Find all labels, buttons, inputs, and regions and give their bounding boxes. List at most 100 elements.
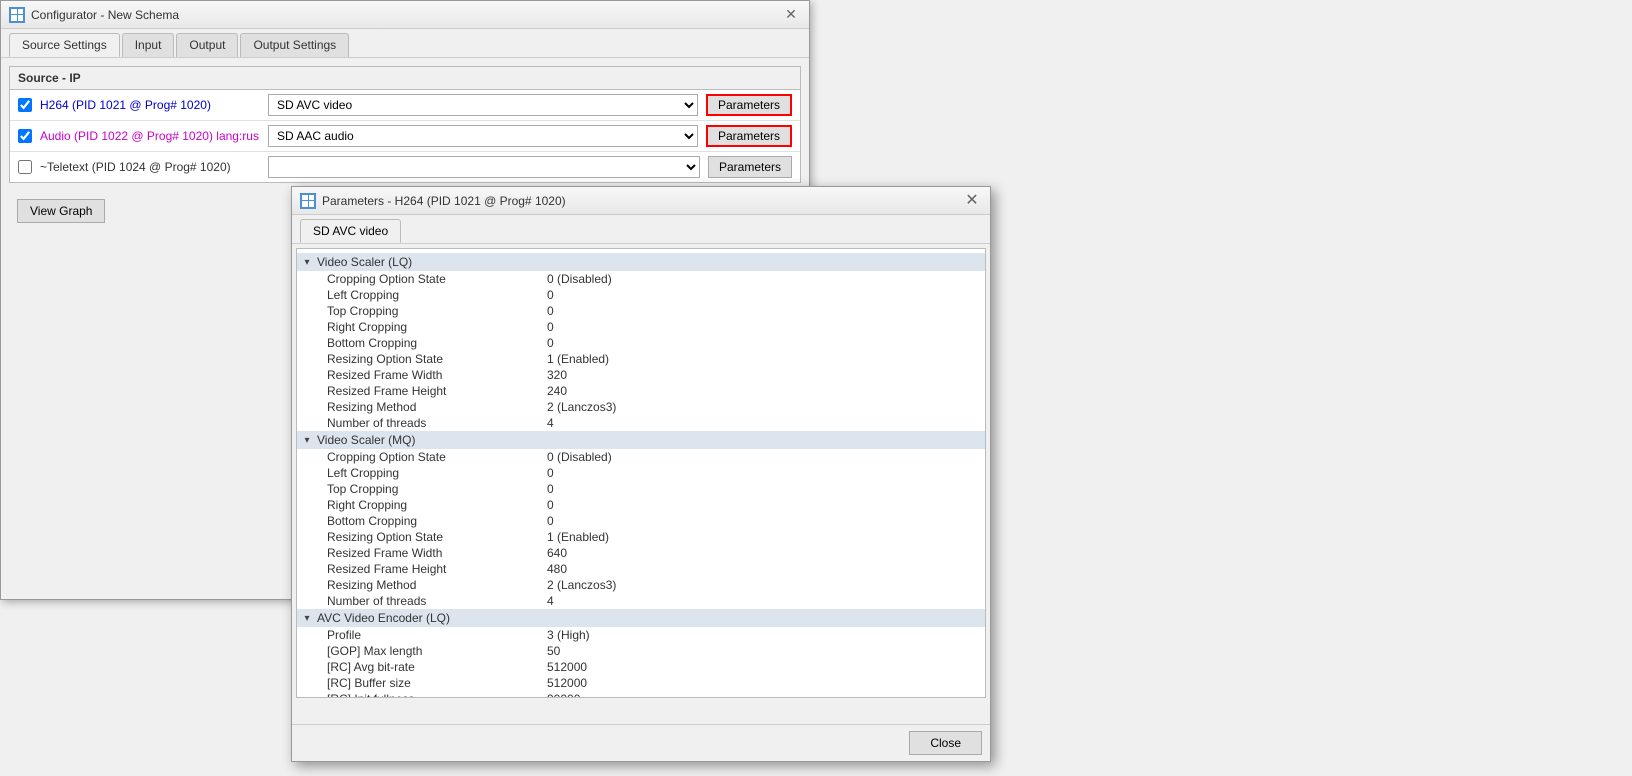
tree-item: Resized Frame Width640: [297, 545, 985, 561]
tree-item: Resized Frame Height240: [297, 383, 985, 399]
tree-item: Right Cropping0: [297, 497, 985, 513]
dialog-title-bar: Parameters - H264 (PID 1021 @ Prog# 1020…: [292, 187, 990, 215]
tree-item: Top Cropping0: [297, 481, 985, 497]
title-bar: Configurator - New Schema ✕: [1, 1, 809, 29]
tree-item: Resizing Method2 (Lanczos3): [297, 577, 985, 593]
tree-section-header-video-scaler-lq[interactable]: ▾Video Scaler (LQ): [297, 253, 985, 271]
tree-item: Bottom Cropping0: [297, 513, 985, 529]
dropdown-audio[interactable]: SD AAC audio: [268, 125, 698, 147]
tree-item: Resized Frame Width320: [297, 367, 985, 383]
tree-item-key: Resizing Method: [327, 400, 547, 414]
view-graph-button[interactable]: View Graph: [17, 199, 105, 223]
dialog-title-text: Parameters - H264 (PID 1021 @ Prog# 1020…: [322, 194, 566, 208]
tab-output[interactable]: Output: [176, 33, 238, 57]
tree-item-key: [RC] Buffer size: [327, 676, 547, 690]
tab-output-settings[interactable]: Output Settings: [240, 33, 349, 57]
tree-item-value: 2 (Lanczos3): [547, 578, 616, 592]
close-dialog-button[interactable]: Close: [909, 731, 982, 755]
dialog-tab-sd-avc[interactable]: SD AVC video: [300, 219, 401, 243]
tree-item-value: 2 (Lanczos3): [547, 400, 616, 414]
tree-section-label: Video Scaler (MQ): [317, 433, 415, 447]
tree-item-key: Resized Frame Width: [327, 546, 547, 560]
label-audio: Audio (PID 1022 @ Prog# 1020) lang:rus: [40, 129, 260, 143]
tree-item-value: 0: [547, 336, 554, 350]
tree-section-avc-video-encoder-lq: ▾ AVC Video Encoder (LQ) Profile3 (High)[G…: [297, 609, 985, 698]
parameters-dialog: Parameters - H264 (PID 1021 @ Prog# 1020…: [291, 186, 991, 762]
dialog-title-left: Parameters - H264 (PID 1021 @ Prog# 1020…: [300, 193, 566, 209]
tree-item-value: 1 (Enabled): [547, 352, 609, 366]
tree-item: Profile3 (High): [297, 627, 985, 643]
tree-item: [RC] Init fullness90000: [297, 691, 985, 698]
tree-item-value: 640: [547, 546, 567, 560]
tree-item-value: 4: [547, 594, 554, 608]
dropdown-h264[interactable]: SD AVC video: [268, 94, 698, 116]
tree-item-value: 0: [547, 482, 554, 496]
tree-item-value: 240: [547, 384, 567, 398]
tree-item: Right Cropping0: [297, 319, 985, 335]
tree-item: Number of threads4: [297, 593, 985, 609]
tree-item-key: Bottom Cropping: [327, 514, 547, 528]
tree-section-label: Video Scaler (LQ): [317, 255, 412, 269]
tree-item-value: 512000: [547, 660, 587, 674]
tree-item-key: Cropping Option State: [327, 450, 547, 464]
tree-item: Resizing Option State1 (Enabled): [297, 351, 985, 367]
dialog-app-icon: [300, 193, 316, 209]
source-row-teletext: ~Teletext (PID 1024 @ Prog# 1020) Parame…: [10, 152, 800, 182]
tree-item-key: Number of threads: [327, 416, 547, 430]
tree-item-key: Top Cropping: [327, 482, 547, 496]
tree-item: Cropping Option State0 (Disabled): [297, 449, 985, 465]
checkbox-teletext[interactable]: [18, 160, 32, 174]
tree-item: [RC] Buffer size512000: [297, 675, 985, 691]
app-icon: [9, 7, 25, 23]
tree-item: [RC] Avg bit-rate512000: [297, 659, 985, 675]
tree-section-header-avc-video-encoder-lq[interactable]: ▾ AVC Video Encoder (LQ): [297, 609, 985, 627]
tree-item-value: 0: [547, 466, 554, 480]
tree-item-value: 0: [547, 320, 554, 334]
tree-toggle-icon: ▾: [301, 612, 313, 624]
tree-item-value: 4: [547, 416, 554, 430]
tree-section-header-video-scaler-mq[interactable]: ▾ Video Scaler (MQ): [297, 431, 985, 449]
tree-toggle-icon: ▾: [301, 434, 313, 446]
dialog-footer: Close: [292, 724, 990, 761]
tree-item-key: Resized Frame Width: [327, 368, 547, 382]
tree-item-key: Left Cropping: [327, 466, 547, 480]
tree-item-value: 1 (Enabled): [547, 530, 609, 544]
tree-item-key: Resizing Method: [327, 578, 547, 592]
params-tree[interactable]: ▾Video Scaler (LQ)Cropping Option State0…: [296, 248, 986, 698]
source-group-title: Source - IP: [10, 67, 800, 90]
checkbox-h264[interactable]: [18, 98, 32, 112]
dialog-tab-bar: SD AVC video: [292, 215, 990, 244]
label-teletext: ~Teletext (PID 1024 @ Prog# 1020): [40, 160, 260, 174]
tree-item-value: 0: [547, 288, 554, 302]
tab-input[interactable]: Input: [122, 33, 175, 57]
tree-item-key: Cropping Option State: [327, 272, 547, 286]
tree-section-label: AVC Video Encoder (LQ): [317, 611, 450, 625]
dialog-close-x-button[interactable]: ✕: [962, 191, 982, 211]
tree-item-key: Top Cropping: [327, 304, 547, 318]
window-title: Configurator - New Schema: [31, 8, 179, 22]
tree-item-value: 480: [547, 562, 567, 576]
dropdown-teletext[interactable]: [268, 156, 700, 178]
checkbox-audio[interactable]: [18, 129, 32, 143]
tab-bar: Source Settings Input Output Output Sett…: [1, 29, 809, 58]
tree-item-value: 512000: [547, 676, 587, 690]
tree-section-video-scaler-mq: ▾Video Scaler (MQ)Cropping Option State0…: [297, 431, 985, 609]
params-button-h264[interactable]: Parameters: [706, 94, 792, 116]
tree-item: Bottom Cropping0: [297, 335, 985, 351]
tree-item: Left Cropping0: [297, 465, 985, 481]
main-window: Configurator - New Schema ✕ Source Setti…: [0, 0, 810, 600]
tree-item-value: 0 (Disabled): [547, 450, 612, 464]
tree-item: Left Cropping0: [297, 287, 985, 303]
tree-item: Resizing Method2 (Lanczos3): [297, 399, 985, 415]
params-button-teletext[interactable]: Parameters: [708, 156, 792, 178]
tree-item: Resized Frame Height480: [297, 561, 985, 577]
tree-item-key: Profile: [327, 628, 547, 642]
tree-item: Number of threads4: [297, 415, 985, 431]
window-close-button[interactable]: ✕: [781, 5, 801, 25]
tree-item-key: [GOP] Max length: [327, 644, 547, 658]
tree-item: Cropping Option State0 (Disabled): [297, 271, 985, 287]
tree-item-value: 0: [547, 304, 554, 318]
params-button-audio[interactable]: Parameters: [706, 125, 792, 147]
tab-source-settings[interactable]: Source Settings: [9, 33, 120, 57]
source-row-h264: H264 (PID 1021 @ Prog# 1020) SD AVC vide…: [10, 90, 800, 121]
